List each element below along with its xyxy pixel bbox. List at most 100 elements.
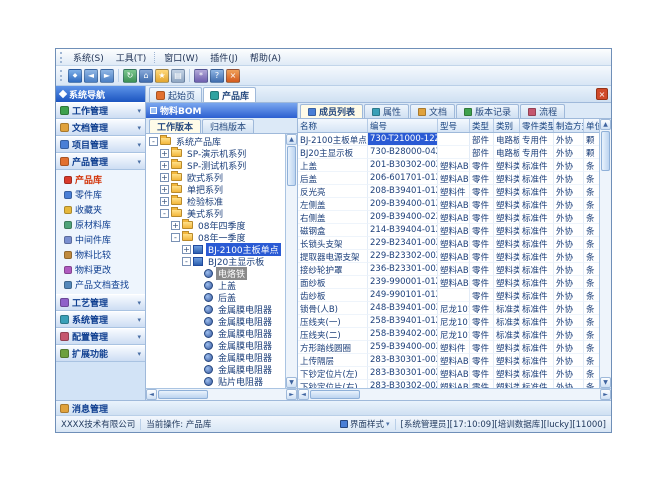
app-icon[interactable] — [68, 69, 82, 83]
tree-node[interactable]: +SP-演示机系列 — [146, 147, 285, 159]
message-bar[interactable]: 消息管理 — [56, 400, 611, 415]
scroll-thumb[interactable] — [601, 131, 610, 171]
tree-node[interactable]: 金属膜电阻器 — [146, 315, 285, 327]
table-row[interactable]: 长锁头支架229-B23401-00X塑料ABS零件塑料类标准件外协条 — [298, 237, 599, 250]
tree-node[interactable]: +08年四季度 — [146, 219, 285, 231]
tree-expander[interactable]: + — [171, 221, 180, 230]
sidebar-group-process[interactable]: 工艺管理▾ — [56, 294, 145, 311]
table-row[interactable]: 左侧盖209-B39400-01X塑料ABS零件塑料类标准件外协条 — [298, 198, 599, 211]
sidebar-group-document[interactable]: 文档管理▾ — [56, 119, 145, 136]
table-row[interactable]: BJ20主显示板730-B28000-04Z部件电路板专用件外协颗 — [298, 146, 599, 159]
table-row[interactable]: BJ-2100主板单点730-T21000-12Z部件电路板专用件外协颗 — [298, 133, 599, 146]
exit-icon[interactable] — [226, 69, 240, 83]
menu-item-3[interactable]: 插件(J) — [204, 49, 244, 66]
tree-node[interactable]: +BJ-2100主板单点 — [146, 243, 285, 255]
tree-node[interactable]: -系统产品库 — [146, 135, 285, 147]
column-header[interactable]: 零件类型 — [520, 119, 554, 132]
tree-node[interactable]: 上盖 — [146, 279, 285, 291]
table-row[interactable]: 提取器电源支架229-B23302-00X塑料ABS零件塑料类标准件外协条 — [298, 250, 599, 263]
tab-documents[interactable]: 文档 — [410, 104, 455, 118]
tree-expander[interactable]: + — [160, 197, 169, 206]
back-icon[interactable] — [84, 69, 98, 83]
sidebar-item-parts-library[interactable]: 零件库 — [56, 187, 145, 202]
column-header[interactable]: 型号 — [438, 119, 470, 132]
scroll-left-icon[interactable]: ◄ — [298, 389, 309, 400]
column-header[interactable]: 类别 — [494, 119, 520, 132]
table-row[interactable]: 面纱板239-990001-01Z塑料ABS零件塑料类标准件外协条 — [298, 276, 599, 289]
tree-expander[interactable]: + — [182, 245, 191, 254]
tree-node[interactable]: 金属膜电阻器 — [146, 303, 285, 315]
table-row[interactable]: 上盖201-B30302-00X塑料ABS零件塑料类标准件外协条 — [298, 159, 599, 172]
forward-icon[interactable] — [100, 69, 114, 83]
scroll-track[interactable] — [209, 389, 286, 400]
column-header[interactable]: 制造方式 — [554, 119, 584, 132]
bom-tree-hscrollbar[interactable]: ◄ ► — [146, 388, 297, 400]
scroll-track[interactable] — [600, 172, 611, 377]
sidebar-item-middleware[interactable]: 中间件库 — [56, 232, 145, 247]
tree-expander[interactable]: + — [160, 149, 169, 158]
table-row[interactable]: 下钞定位片(右)283-B30302-00Z塑料ABS零件塑料类标准件外协条 — [298, 380, 599, 388]
table-row[interactable]: 接纱轮护罩236-B23301-00X塑料ABS零件塑料类标准件外协条 — [298, 263, 599, 276]
tree-expander[interactable]: + — [160, 161, 169, 170]
tab-member-list[interactable]: 成员列表 — [300, 104, 363, 118]
sidebar-group-system[interactable]: 系统管理▾ — [56, 311, 145, 328]
table-row[interactable]: 上传隔层283-B30301-00X塑料ABS零件塑料类标准件外协条 — [298, 354, 599, 367]
scroll-thumb[interactable] — [287, 146, 296, 186]
scroll-track[interactable] — [361, 389, 600, 400]
tree-node[interactable]: 金属膜电阻器 — [146, 339, 285, 351]
tree-expander[interactable]: - — [160, 209, 169, 218]
tree-expander[interactable]: + — [160, 185, 169, 194]
scroll-right-icon[interactable]: ► — [600, 389, 611, 400]
menu-item-4[interactable]: 帮助(A) — [244, 49, 287, 66]
tab-working-version[interactable]: 工作版本 — [149, 119, 201, 133]
tab-properties[interactable]: 属性 — [364, 104, 409, 118]
tree-node[interactable]: 后盖 — [146, 291, 285, 303]
scroll-right-icon[interactable]: ► — [286, 389, 297, 400]
sidebar-group-project[interactable]: 项目管理▾ — [56, 136, 145, 153]
column-header[interactable]: 类型 — [470, 119, 494, 132]
favorites-icon[interactable] — [155, 69, 169, 83]
table-hscrollbar[interactable]: ◄ ► — [298, 388, 611, 400]
sidebar-item-favorites[interactable]: 收藏夹 — [56, 202, 145, 217]
tree-expander[interactable]: - — [171, 233, 180, 242]
menu-item-1[interactable]: 工具(T) — [110, 49, 153, 66]
refresh-icon[interactable] — [123, 69, 137, 83]
scroll-thumb[interactable] — [310, 390, 360, 399]
sidebar-item-product-doc-search[interactable]: 产品文档查找 — [56, 277, 145, 292]
table-vscrollbar[interactable]: ▲ ▼ — [599, 119, 611, 388]
settings-icon[interactable] — [194, 69, 208, 83]
tab-workflow[interactable]: 流程 — [520, 104, 565, 118]
tab-start-page[interactable]: 起始页 — [149, 87, 202, 102]
table-row[interactable]: 下钞定位片(左)283-B30301-00Z塑料ABS零件塑料类标准件外协条 — [298, 367, 599, 380]
bom-tree-vscrollbar[interactable]: ▲ ▼ — [285, 134, 297, 388]
print-icon[interactable] — [171, 69, 185, 83]
menu-item-2[interactable]: 窗口(W) — [158, 49, 204, 66]
scroll-down-icon[interactable]: ▼ — [286, 377, 297, 388]
tree-node[interactable]: +检验标准 — [146, 195, 285, 207]
tab-version-history[interactable]: 版本记录 — [456, 104, 519, 118]
sidebar-item-product-library[interactable]: 产品库 — [56, 172, 145, 187]
sidebar-item-material-compare[interactable]: 物料比较 — [56, 247, 145, 262]
tree-expander[interactable]: + — [160, 173, 169, 182]
table-row[interactable]: 齿纱板249-990101-01X零件塑料类标准件外协条 — [298, 289, 599, 302]
tree-node[interactable]: 贴片电阻器 — [146, 375, 285, 387]
tree-node[interactable]: +SP-测试机系列 — [146, 159, 285, 171]
sidebar-group-extension[interactable]: 扩展功能▾ — [56, 345, 145, 362]
tree-node[interactable]: 金属膜电阻器 — [146, 363, 285, 375]
scroll-left-icon[interactable]: ◄ — [146, 389, 157, 400]
ui-style-selector[interactable]: 界面样式 ▾ — [340, 418, 390, 430]
column-header[interactable]: 单位 — [584, 119, 599, 132]
tree-node[interactable]: +单把系列 — [146, 183, 285, 195]
sidebar-group-work[interactable]: 工作管理▾ — [56, 102, 145, 119]
scroll-up-icon[interactable]: ▲ — [286, 134, 297, 145]
tree-node[interactable]: -BJ20主显示板 — [146, 255, 285, 267]
column-header[interactable]: 编号 — [368, 119, 438, 132]
home-icon[interactable] — [139, 69, 153, 83]
table-row[interactable]: 磁钢盒214-B39404-01X塑料ABS零件塑料类标准件外协条 — [298, 224, 599, 237]
tab-product-library[interactable]: 产品库 — [203, 87, 256, 102]
sidebar-group-config[interactable]: 配置管理▾ — [56, 328, 145, 345]
table-row[interactable]: 压线夹(一)258-B39401-01Z尼龙1010零件标准类标准件外协条 — [298, 315, 599, 328]
scroll-thumb[interactable] — [158, 390, 208, 399]
table-row[interactable]: 右侧盖209-B39400-02X塑料ABS零件塑料类标准件外协条 — [298, 211, 599, 224]
tree-expander[interactable]: - — [182, 257, 191, 266]
